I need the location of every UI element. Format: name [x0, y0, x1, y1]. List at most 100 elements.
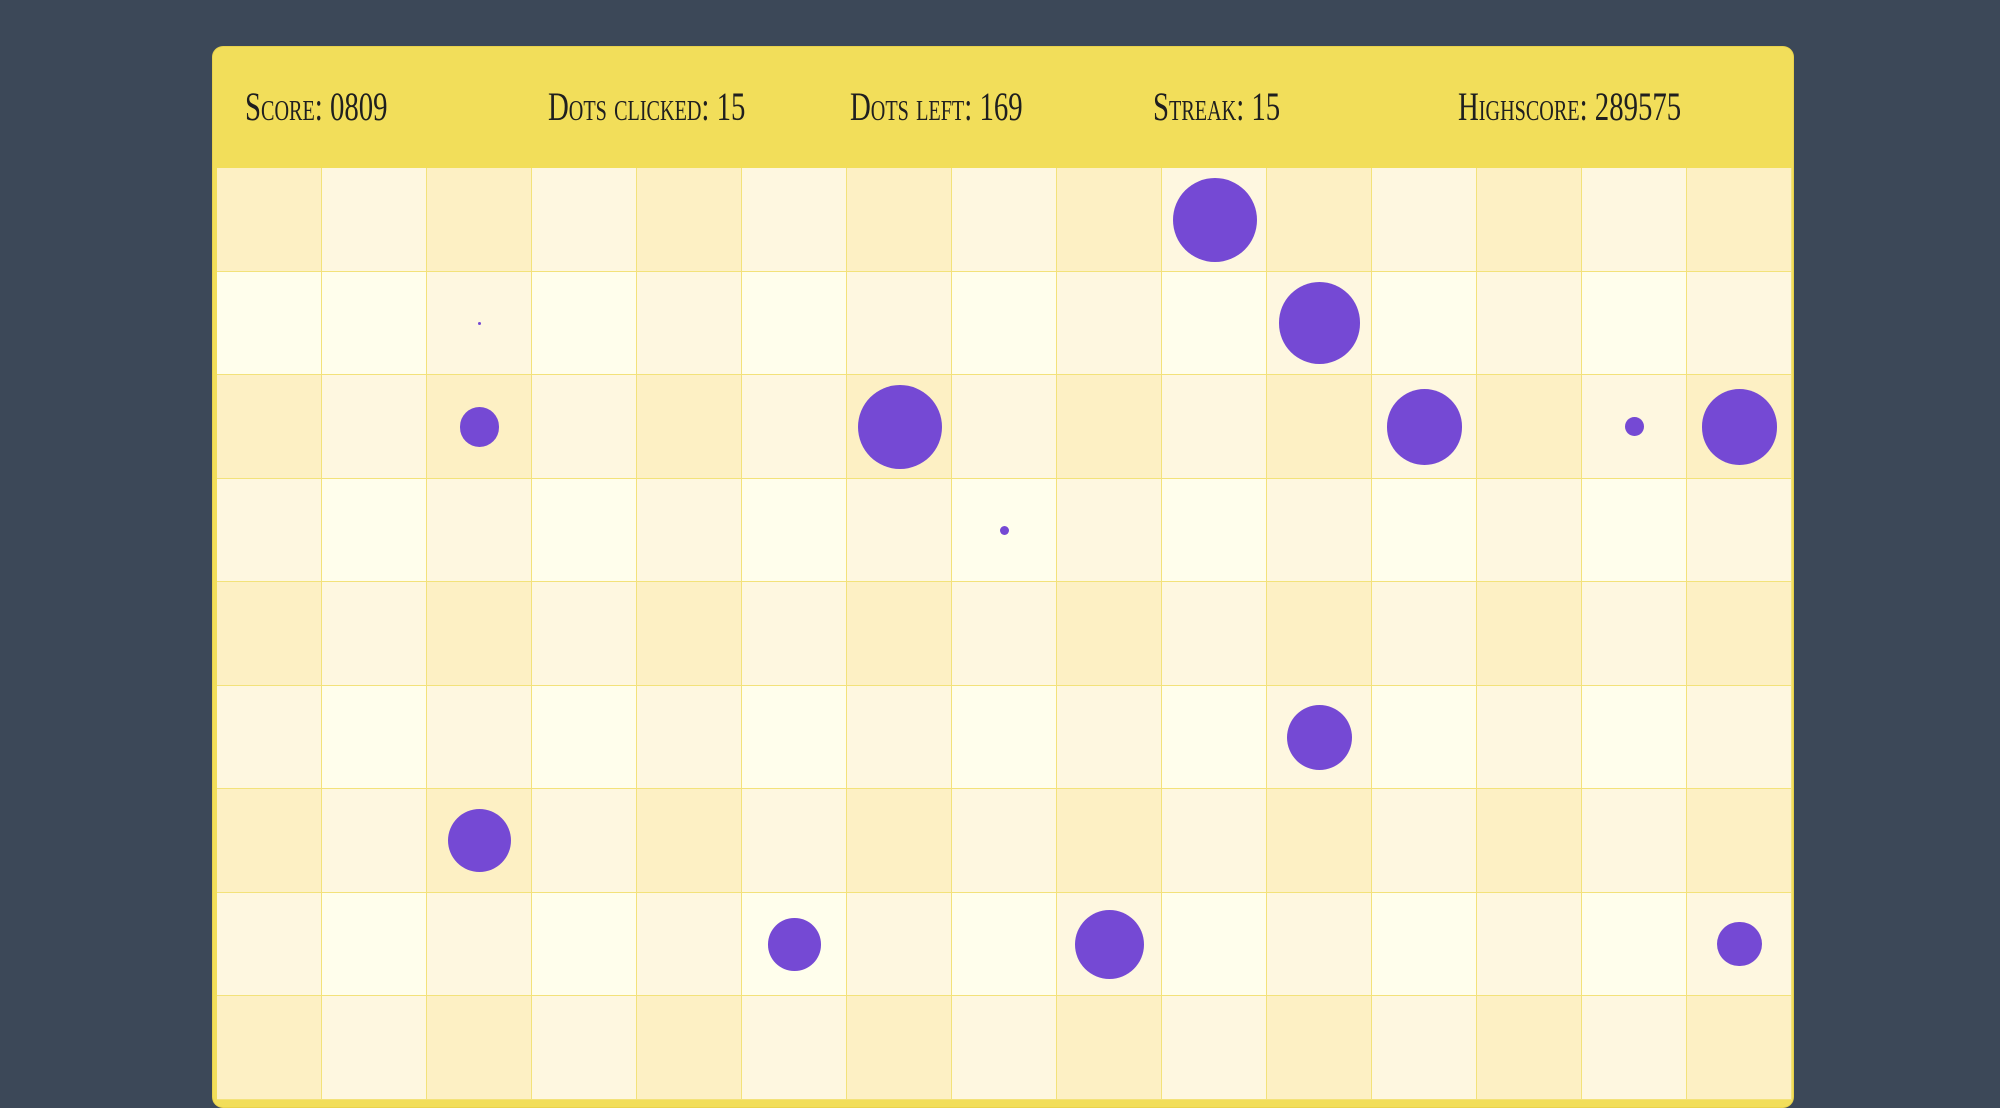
grid-cell[interactable]	[637, 582, 742, 686]
grid-cell[interactable]	[217, 271, 322, 375]
grid-cell[interactable]	[1372, 892, 1477, 996]
grid-cell[interactable]	[1372, 685, 1477, 789]
grid-cell[interactable]	[427, 582, 532, 686]
grid-cell[interactable]	[742, 375, 847, 479]
grid-cell[interactable]	[1582, 478, 1687, 582]
grid-cell[interactable]	[322, 582, 427, 686]
grid-cell[interactable]	[322, 375, 427, 479]
grid-cell[interactable]	[322, 168, 427, 272]
grid-cell[interactable]	[1687, 685, 1792, 789]
grid-cell[interactable]	[742, 271, 847, 375]
grid-cell[interactable]	[532, 375, 637, 479]
grid-cell[interactable]	[1582, 271, 1687, 375]
grid-cell[interactable]	[1267, 892, 1372, 996]
dot[interactable]	[1625, 417, 1644, 437]
grid-cell[interactable]	[847, 271, 952, 375]
grid-cell[interactable]	[532, 478, 637, 582]
grid-cell[interactable]	[1477, 375, 1582, 479]
dot[interactable]	[1074, 909, 1145, 979]
grid-cell[interactable]	[847, 996, 952, 1100]
grid-cell[interactable]	[1582, 168, 1687, 272]
grid-cell[interactable]	[217, 582, 322, 686]
grid-cell[interactable]	[1162, 685, 1267, 789]
dot[interactable]	[477, 321, 482, 325]
grid-cell[interactable]	[952, 168, 1057, 272]
grid-cell[interactable]	[1477, 892, 1582, 996]
grid-cell[interactable]	[742, 789, 847, 893]
grid-cell[interactable]	[637, 271, 742, 375]
grid-cell[interactable]	[1687, 996, 1792, 1100]
grid-cell[interactable]	[1162, 582, 1267, 686]
grid-cell[interactable]	[1162, 892, 1267, 996]
grid-cell[interactable]	[742, 685, 847, 789]
grid-cell[interactable]	[1162, 375, 1267, 479]
grid-cell[interactable]	[1162, 478, 1267, 582]
grid-cell[interactable]	[1582, 892, 1687, 996]
grid-cell[interactable]	[1687, 582, 1792, 686]
grid-cell[interactable]	[532, 789, 637, 893]
grid-cell[interactable]	[217, 789, 322, 893]
grid-cell[interactable]	[1267, 582, 1372, 686]
grid-cell[interactable]	[532, 685, 637, 789]
grid-cell[interactable]	[1372, 582, 1477, 686]
grid-cell[interactable]	[1267, 375, 1372, 479]
dot[interactable]	[459, 406, 500, 447]
grid-cell[interactable]	[1477, 168, 1582, 272]
grid-cell[interactable]	[1057, 582, 1162, 686]
grid-cell[interactable]	[742, 996, 847, 1100]
grid-cell[interactable]	[532, 892, 637, 996]
grid-cell[interactable]	[952, 685, 1057, 789]
grid-cell[interactable]	[847, 582, 952, 686]
grid-cell[interactable]	[322, 892, 427, 996]
grid-cell[interactable]	[1477, 789, 1582, 893]
grid-cell[interactable]	[952, 892, 1057, 996]
grid-cell[interactable]	[1372, 478, 1477, 582]
grid-cell[interactable]	[1477, 996, 1582, 1100]
grid-cell[interactable]	[1477, 582, 1582, 686]
grid-cell[interactable]	[1477, 685, 1582, 789]
grid-cell[interactable]	[1372, 996, 1477, 1100]
grid-cell[interactable]	[1582, 685, 1687, 789]
grid-cell[interactable]	[952, 375, 1057, 479]
dot[interactable]	[448, 809, 511, 873]
grid-cell[interactable]	[217, 685, 322, 789]
grid-cell[interactable]	[322, 685, 427, 789]
grid-cell[interactable]	[1372, 271, 1477, 375]
grid-cell[interactable]	[427, 478, 532, 582]
grid-cell[interactable]	[217, 996, 322, 1100]
grid-cell[interactable]	[1267, 996, 1372, 1100]
grid-cell[interactable]	[1162, 271, 1267, 375]
grid-cell[interactable]	[952, 789, 1057, 893]
grid-cell[interactable]	[1057, 375, 1162, 479]
grid-cell[interactable]	[1582, 996, 1687, 1100]
grid-cell[interactable]	[847, 478, 952, 582]
grid-cell[interactable]	[532, 996, 637, 1100]
grid-cell[interactable]	[847, 168, 952, 272]
dot[interactable]	[768, 918, 821, 971]
grid-cell[interactable]	[637, 892, 742, 996]
grid-cell[interactable]	[637, 375, 742, 479]
grid-cell[interactable]	[1372, 789, 1477, 893]
grid-cell[interactable]	[217, 892, 322, 996]
grid-cell[interactable]	[1267, 789, 1372, 893]
grid-cell[interactable]	[742, 478, 847, 582]
grid-cell[interactable]	[637, 996, 742, 1100]
grid-cell[interactable]	[322, 478, 427, 582]
dot[interactable]	[1286, 704, 1353, 770]
grid-cell[interactable]	[217, 375, 322, 479]
grid-cell[interactable]	[637, 789, 742, 893]
grid-cell[interactable]	[1477, 478, 1582, 582]
grid-cell[interactable]	[1687, 789, 1792, 893]
grid-cell[interactable]	[1162, 996, 1267, 1100]
grid-cell[interactable]	[1057, 168, 1162, 272]
grid-cell[interactable]	[322, 996, 427, 1100]
grid-cell[interactable]	[952, 582, 1057, 686]
grid-cell[interactable]	[1267, 168, 1372, 272]
grid-cell[interactable]	[847, 892, 952, 996]
grid-cell[interactable]	[637, 478, 742, 582]
grid-cell[interactable]	[952, 996, 1057, 1100]
grid-cell[interactable]	[1582, 789, 1687, 893]
grid-cell[interactable]	[532, 271, 637, 375]
grid-cell[interactable]	[1582, 582, 1687, 686]
grid-cell[interactable]	[1372, 168, 1477, 272]
